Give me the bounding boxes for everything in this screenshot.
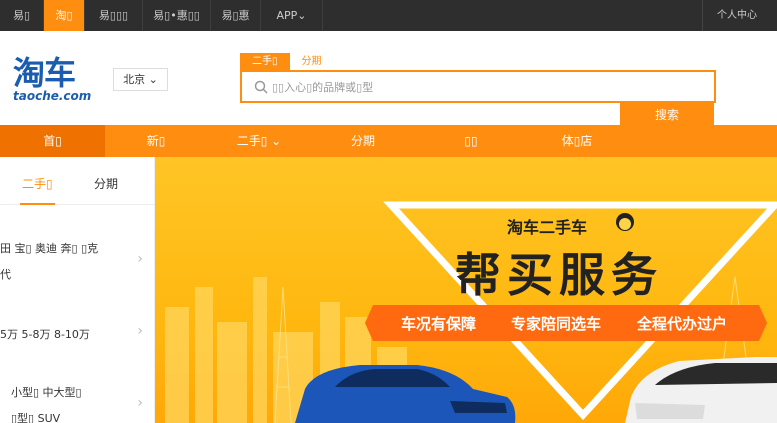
topbar-tab-app[interactable]: APP⌄ bbox=[261, 0, 323, 31]
topbar-tab-5[interactable]: 易▯惠 bbox=[211, 0, 261, 31]
sidebar-price-row[interactable]: 5万 5-8万 8-10万 › bbox=[0, 323, 155, 351]
filter-sidebar: 二手▯ 分期 田 宝▯ 奥迪 奔▯ ▯克 代 › 5万 5-8万 8-10万 ›… bbox=[0, 157, 155, 423]
type-list-line2: ▯型▯ SUV bbox=[11, 412, 61, 423]
banner-features: 车况有保障 专家陪同选车 全程代办过户 bbox=[365, 305, 755, 341]
nav-item-5[interactable]: ▯▯ bbox=[415, 125, 527, 157]
price-list: 5万 5-8万 8-10万 bbox=[0, 328, 90, 341]
nav-item-used-car[interactable]: 二手▯ ⌄ bbox=[207, 125, 311, 157]
sidebar-brand-row[interactable]: 田 宝▯ 奥迪 奔▯ ▯克 代 › bbox=[0, 239, 155, 291]
sidebar-type-row[interactable]: 小型▯ 中大型▯ ▯型▯ SUV › bbox=[0, 383, 155, 423]
search-tabs: 二手▯ 分期 bbox=[240, 53, 334, 70]
banner-title: 帮买服务 bbox=[455, 248, 663, 302]
brand-list-line2: 代 bbox=[0, 268, 11, 281]
main-nav: 首▯ 新▯ 二手▯ ⌄ 分期 ▯▯ 体▯店 bbox=[0, 125, 777, 157]
topbar-tab-1[interactable]: 易▯ bbox=[0, 0, 44, 31]
user-center-link[interactable]: 个人中心 bbox=[702, 0, 757, 31]
site-logo[interactable]: 淘车 taoche.com bbox=[13, 55, 93, 107]
nav-item-new-car[interactable]: 新▯ bbox=[105, 125, 207, 157]
search-tab-installment[interactable]: 分期 bbox=[290, 53, 334, 70]
search-icon bbox=[254, 80, 268, 94]
banner-brand: 淘车二手车 bbox=[507, 218, 588, 237]
nav-item-home[interactable]: 首▯ bbox=[0, 125, 105, 157]
sidebar-tabs: 二手▯ 分期 bbox=[0, 157, 155, 205]
search-box: 二手▯ 分期 ▯▯入心▯的品牌或▯型 搜索 bbox=[240, 53, 716, 128]
search-input[interactable]: ▯▯入心▯的品牌或▯型 bbox=[240, 70, 716, 103]
search-placeholder: ▯▯入心▯的品牌或▯型 bbox=[272, 81, 374, 94]
banner-feature-3: 全程代办过户 bbox=[637, 315, 728, 333]
banner-feature-2: 专家陪同选车 bbox=[511, 315, 602, 333]
banner-feature-1: 车况有保障 bbox=[401, 315, 477, 333]
topbar-tab-taoche[interactable]: 淘▯ bbox=[44, 0, 85, 31]
chevron-right-icon: › bbox=[137, 395, 143, 411]
city-selector[interactable]: 北京 ⌄ bbox=[113, 68, 168, 91]
topbar-tab-4[interactable]: 易▯•惠▯▯ bbox=[143, 0, 211, 31]
brand-list-line1: 田 宝▯ 奥迪 奔▯ ▯克 bbox=[0, 242, 99, 255]
top-bar: 易▯ 淘▯ 易▯▯▯ 易▯•惠▯▯ 易▯惠 APP⌄ 个人中心 bbox=[0, 0, 777, 31]
topbar-tab-3[interactable]: 易▯▯▯ bbox=[85, 0, 143, 31]
nav-item-installment[interactable]: 分期 bbox=[311, 125, 415, 157]
type-list-line1: 小型▯ 中大型▯ bbox=[11, 386, 82, 399]
chevron-right-icon: › bbox=[137, 251, 143, 267]
chevron-right-icon: › bbox=[137, 323, 143, 339]
search-tab-used-car[interactable]: 二手▯ bbox=[240, 53, 290, 70]
logo-mark: 淘车 bbox=[13, 54, 76, 92]
logo-domain: taoche.com bbox=[13, 89, 92, 103]
nav-item-store[interactable]: 体▯店 bbox=[527, 125, 627, 157]
sidebar-tab-used-car[interactable]: 二手▯ bbox=[20, 175, 55, 205]
sidebar-tab-installment[interactable]: 分期 bbox=[94, 175, 118, 192]
promo-banner[interactable]: 淘车二手车 帮买服务 车况有保障 专家陪同选车 全程代办过户 bbox=[155, 157, 777, 423]
